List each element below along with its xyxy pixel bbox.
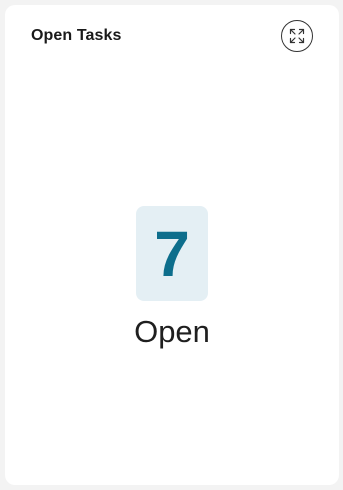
card-title: Open Tasks — [31, 27, 122, 44]
open-tasks-card: Open Tasks 7 Open — [5, 5, 339, 485]
open-count-value: 7 — [154, 217, 190, 290]
open-count-box: 7 — [136, 206, 208, 301]
expand-arrows-icon — [289, 28, 305, 44]
expand-button[interactable] — [281, 20, 313, 52]
status-label: Open — [134, 314, 210, 349]
